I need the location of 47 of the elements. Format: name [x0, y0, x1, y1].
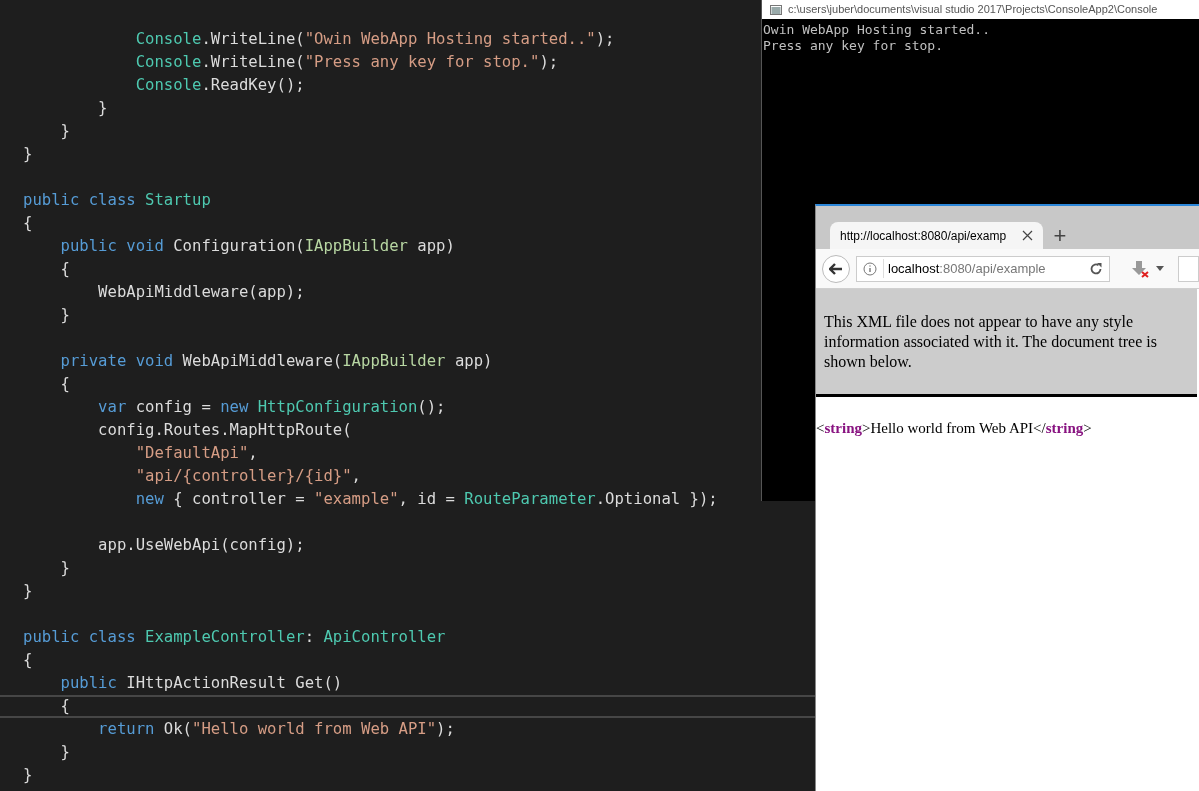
- code-line: }: [59, 120, 70, 142]
- browser-tab[interactable]: http://localhost:8080/api/examp: [830, 222, 1043, 249]
- window-title: c:\users\juber\documents\visual studio 2017\Projects\ConsoleApp2\Console: [788, 2, 1158, 18]
- code-line: public void Configuration(IAppBuilder app): [59, 235, 455, 257]
- code-line: }: [59, 741, 70, 763]
- url-text: localhost:8080/api/example: [883, 258, 1083, 279]
- console-output-line: Press any key for stop.: [763, 38, 943, 54]
- code-line: Console.WriteLine("Press any key for stop.");: [134, 51, 559, 73]
- code-line: "DefaultApi",: [134, 442, 258, 464]
- back-arrow-icon: [829, 262, 843, 275]
- code-line: {: [59, 258, 70, 280]
- code-line: }: [23, 764, 33, 786]
- code-line: "api/{controller}/{id}",: [134, 465, 361, 487]
- code-line: app.UseWebApi(config);: [97, 534, 305, 556]
- address-bar[interactable]: localhost:8080/api/example: [856, 255, 1110, 282]
- code-line: }: [23, 143, 33, 165]
- code-line: var config = new HttpConfiguration();: [97, 396, 446, 418]
- code-line: {: [59, 373, 70, 395]
- code-line: new { controller = "example", id = RouteParameter.Optional });: [134, 488, 718, 510]
- code-line: Console.ReadKey();: [134, 74, 305, 96]
- close-icon[interactable]: [1022, 230, 1033, 241]
- reload-icon[interactable]: [1089, 261, 1103, 276]
- code-line: public class Startup: [23, 189, 211, 211]
- code-line: }: [23, 580, 33, 602]
- xml-content: <string>Hello world from Web API</string>: [816, 420, 1092, 436]
- code-line: return Ok("Hello world from Web API");: [97, 718, 455, 740]
- code-line: WebApiMiddleware(app);: [97, 281, 305, 303]
- back-button[interactable]: [822, 254, 850, 283]
- code-line: config.Routes.MapHttpRoute(: [97, 419, 352, 441]
- code-line: {: [23, 212, 33, 234]
- code-line: {: [59, 695, 70, 717]
- code-line: }: [59, 304, 70, 326]
- code-line: public IHttpActionResult Get(): [59, 672, 343, 694]
- console-window-icon: [770, 4, 782, 15]
- dropdown-caret-icon[interactable]: [1156, 266, 1164, 271]
- code-line: {: [23, 649, 33, 671]
- xml-notice-text: This XML file does not appear to have any style information associated with it. The document tree is shown below.: [824, 311, 1158, 372]
- code-line: public class ExampleController: ApiController: [23, 626, 446, 648]
- code-line: private void WebApiMiddleware(IAppBuilder app): [59, 350, 493, 372]
- search-field[interactable]: [1178, 255, 1199, 282]
- download-blocked-icon[interactable]: [1130, 259, 1150, 278]
- code-line: Console.WriteLine("Owin WebApp Hosting started..");: [134, 28, 615, 50]
- new-tab-button[interactable]: +: [1043, 222, 1077, 249]
- code-line: }: [59, 557, 70, 579]
- console-output-line: Owin WebApp Hosting started..: [763, 22, 990, 38]
- code-line: }: [97, 97, 108, 119]
- info-icon: [863, 261, 877, 276]
